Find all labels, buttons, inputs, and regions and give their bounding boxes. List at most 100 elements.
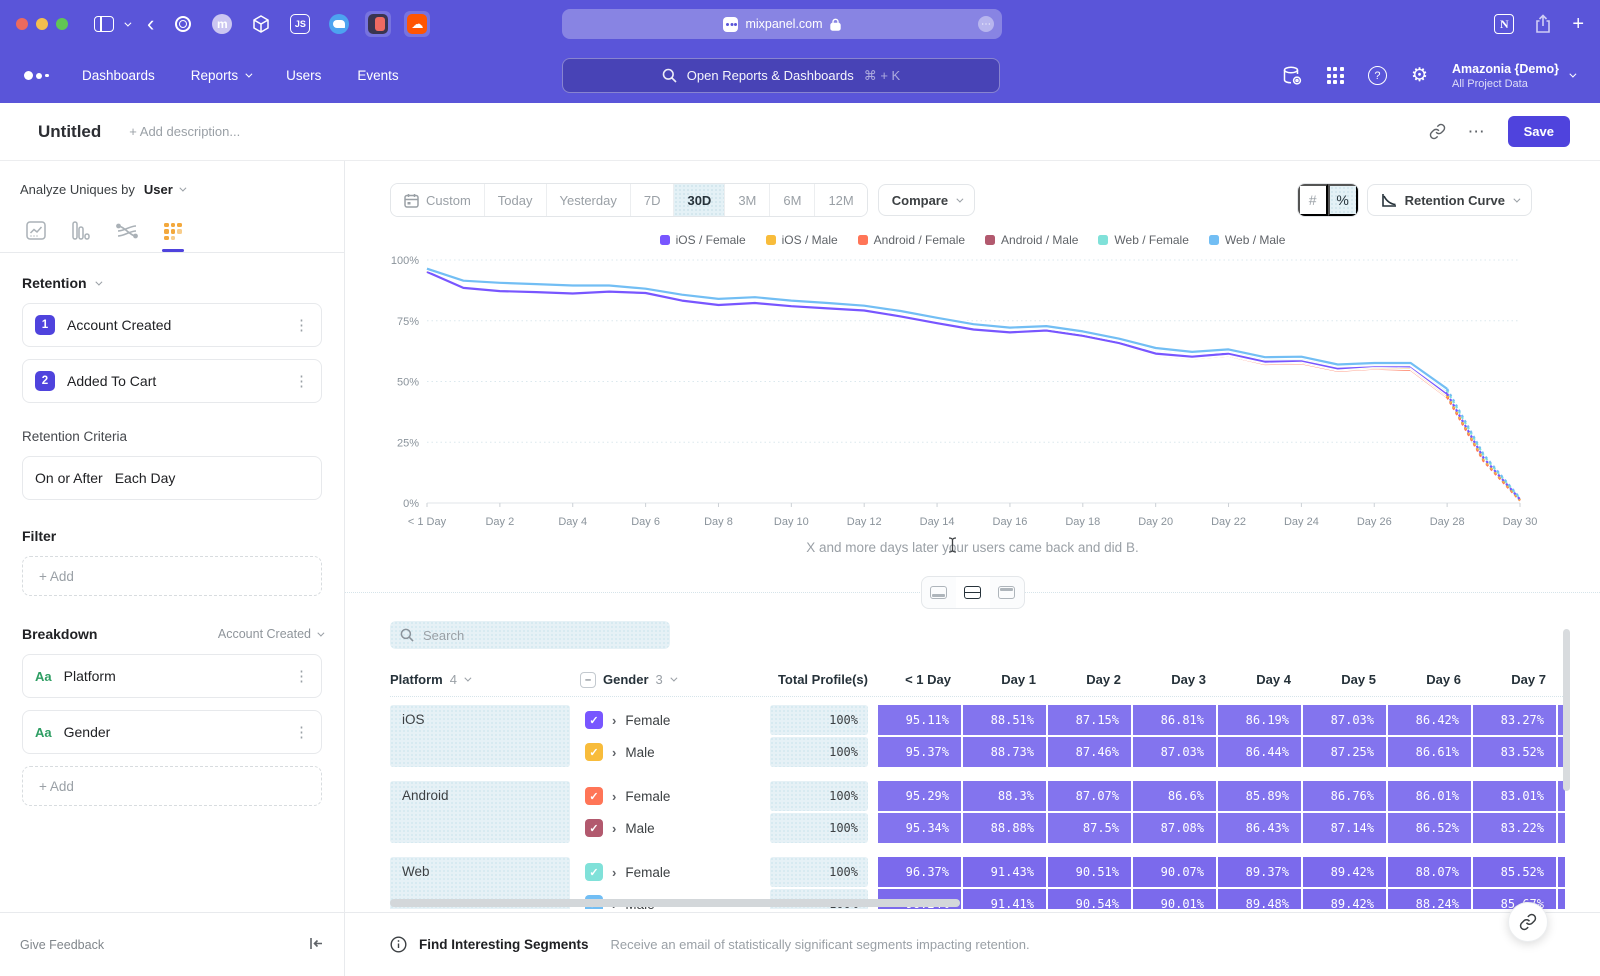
legend-item[interactable]: iOS / Male xyxy=(766,233,838,247)
expand-chevron-icon[interactable]: › xyxy=(612,865,616,880)
range-30d[interactable]: 30D xyxy=(674,184,725,216)
notion-extension-icon[interactable]: N xyxy=(1494,14,1514,34)
horizontal-scrollbar[interactable] xyxy=(390,899,960,907)
retention-value-cell[interactable]: 86.43% xyxy=(1218,813,1301,843)
retention-value-cell[interactable]: 87.25% xyxy=(1303,737,1386,767)
retention-value-cell[interactable]: 95.34% xyxy=(878,813,961,843)
retention-value-cell[interactable]: 96.37% xyxy=(878,857,961,887)
select-all-checkbox[interactable]: – xyxy=(580,672,596,688)
retention-value-cell[interactable]: 88.24% xyxy=(1388,889,1471,909)
retention-value-cell[interactable]: 83.27% xyxy=(1473,705,1556,735)
table-search-input[interactable]: Search xyxy=(390,621,670,649)
day-column-header[interactable]: Day 6 xyxy=(1388,672,1473,687)
legend-item[interactable]: Android / Male xyxy=(985,233,1078,247)
soundcloud-app-icon[interactable]: ☁ xyxy=(404,11,430,37)
expand-chevron-icon[interactable]: › xyxy=(612,713,616,728)
retention-value-cell[interactable]: 88.88% xyxy=(963,813,1046,843)
legend-item[interactable]: Web / Male xyxy=(1209,233,1285,247)
breakdown-add-button[interactable]: + Add xyxy=(22,766,322,806)
format-percent-button[interactable]: % xyxy=(1328,184,1358,216)
legend-item[interactable]: Web / Female xyxy=(1098,233,1188,247)
new-tab-icon[interactable]: + xyxy=(1572,13,1584,36)
retention-value-cell[interactable]: 85.52% xyxy=(1473,857,1556,887)
range-custom[interactable]: Custom xyxy=(391,184,485,216)
range-7d[interactable]: 7D xyxy=(631,184,675,216)
tabs-chevron-icon[interactable] xyxy=(124,19,131,26)
mixpanel-logo[interactable] xyxy=(24,71,60,80)
retention-value-cell[interactable]: 90.07% xyxy=(1133,857,1216,887)
legend-item[interactable]: Android / Female xyxy=(858,233,965,247)
retention-value-cell[interactable]: 87.14% xyxy=(1303,813,1386,843)
breakdown-platform[interactable]: Aa Platform ⋮ xyxy=(22,654,322,698)
data-management-icon[interactable] xyxy=(1281,65,1303,87)
gender-cell[interactable]: ✓›Female xyxy=(580,705,760,735)
retention-value-cell[interactable]: 83.01% xyxy=(1473,781,1556,811)
retention-value-cell[interactable]: 87.03% xyxy=(1303,705,1386,735)
retention-value-cell[interactable]: 88.73% xyxy=(963,737,1046,767)
day-column-header[interactable]: < 1 Day xyxy=(878,672,963,687)
retention-value-cell[interactable]: 86.42% xyxy=(1388,705,1471,735)
gender-column-header[interactable]: – Gender 3 xyxy=(580,672,760,688)
save-button[interactable]: Save xyxy=(1508,116,1570,147)
bird-app-icon[interactable] xyxy=(326,11,352,37)
day-column-header[interactable]: Day 3 xyxy=(1133,672,1218,687)
camera-app-icon[interactable] xyxy=(365,11,391,37)
retention-value-cell[interactable]: 95.29% xyxy=(878,781,961,811)
analyze-value[interactable]: User xyxy=(144,182,173,197)
nav-item-events[interactable]: Events xyxy=(357,68,398,83)
collapse-sidebar-icon[interactable] xyxy=(308,937,324,953)
retention-value-cell[interactable]: 86.01% xyxy=(1388,781,1471,811)
global-search[interactable]: Open Reports & Dashboards ⌘ + K xyxy=(562,58,1000,93)
sidebar-toggle-icon[interactable] xyxy=(94,16,114,32)
layout-chart-only-button[interactable] xyxy=(922,577,956,608)
tab-retention[interactable] xyxy=(164,223,182,253)
retention-value-cell[interactable]: 86.19% xyxy=(1218,705,1301,735)
retention-value-cell[interactable]: 90.51% xyxy=(1048,857,1131,887)
address-bar[interactable]: mixpanel.com ⋯ xyxy=(562,9,1002,39)
nav-item-users[interactable]: Users xyxy=(286,68,321,83)
breakdown-scope-dropdown[interactable]: Account Created xyxy=(218,627,322,641)
find-interesting-segments-link[interactable]: Find Interesting Segments xyxy=(419,937,589,952)
gender-cell[interactable]: ✓›Male xyxy=(580,813,760,843)
close-window-button[interactable] xyxy=(16,18,28,30)
retention-value-cell[interactable]: 89.37% xyxy=(1218,857,1301,887)
range-today[interactable]: Today xyxy=(485,184,547,216)
view-type-dropdown[interactable]: Retention Curve xyxy=(1367,184,1532,216)
retention-value-cell[interactable]: 86.76% xyxy=(1303,781,1386,811)
help-icon[interactable]: ? xyxy=(1368,66,1387,85)
retention-step-1[interactable]: 1 Account Created ⋮ xyxy=(22,303,322,347)
retention-value-cell[interactable]: 85.89% xyxy=(1218,781,1301,811)
kebab-menu-icon[interactable]: ⋮ xyxy=(294,723,309,741)
retention-value-cell[interactable]: 86.6% xyxy=(1133,781,1216,811)
target-app-icon[interactable] xyxy=(170,11,196,37)
give-feedback-link[interactable]: Give Feedback xyxy=(20,938,104,952)
platform-cell[interactable]: iOS xyxy=(390,705,570,767)
retention-value-cell[interactable]: 87.03% xyxy=(1133,737,1216,767)
tab-insights[interactable] xyxy=(26,221,46,252)
more-options-icon[interactable]: ⋯ xyxy=(1468,122,1486,142)
criteria-on-or-after[interactable]: On or After xyxy=(35,470,103,486)
gender-cell[interactable]: ✓›Female xyxy=(580,857,760,887)
retention-value-cell[interactable]: 95.11% xyxy=(878,705,961,735)
retention-step-2[interactable]: 2 Added To Cart ⋮ xyxy=(22,359,322,403)
retention-value-cell[interactable]: 91.41% xyxy=(963,889,1046,909)
page-actions-icon[interactable]: ⋯ xyxy=(978,16,994,32)
range-yesterday[interactable]: Yesterday xyxy=(547,184,631,216)
avatar-m-app-icon[interactable]: m xyxy=(209,11,235,37)
retention-value-cell[interactable]: 86.52% xyxy=(1388,813,1471,843)
range-3m[interactable]: 3M xyxy=(725,184,770,216)
tab-funnels[interactable] xyxy=(72,221,90,252)
kebab-menu-icon[interactable]: ⋮ xyxy=(294,667,309,685)
day-column-header[interactable]: Day 7 xyxy=(1473,672,1558,687)
report-description-placeholder[interactable]: + Add description... xyxy=(129,124,240,139)
retention-value-cell[interactable]: 90.01% xyxy=(1133,889,1216,909)
format-number-button[interactable]: # xyxy=(1298,184,1328,216)
range-12m[interactable]: 12M xyxy=(815,184,866,216)
zoom-window-button[interactable] xyxy=(56,18,68,30)
retention-value-cell[interactable]: 89.42% xyxy=(1303,889,1386,909)
retention-value-cell[interactable]: 83.22% xyxy=(1473,813,1556,843)
retention-value-cell[interactable]: 86.61% xyxy=(1388,737,1471,767)
js-app-icon[interactable]: JS xyxy=(287,11,313,37)
day-column-header[interactable]: Day 5 xyxy=(1303,672,1388,687)
day-column-header[interactable]: Day 1 xyxy=(963,672,1048,687)
